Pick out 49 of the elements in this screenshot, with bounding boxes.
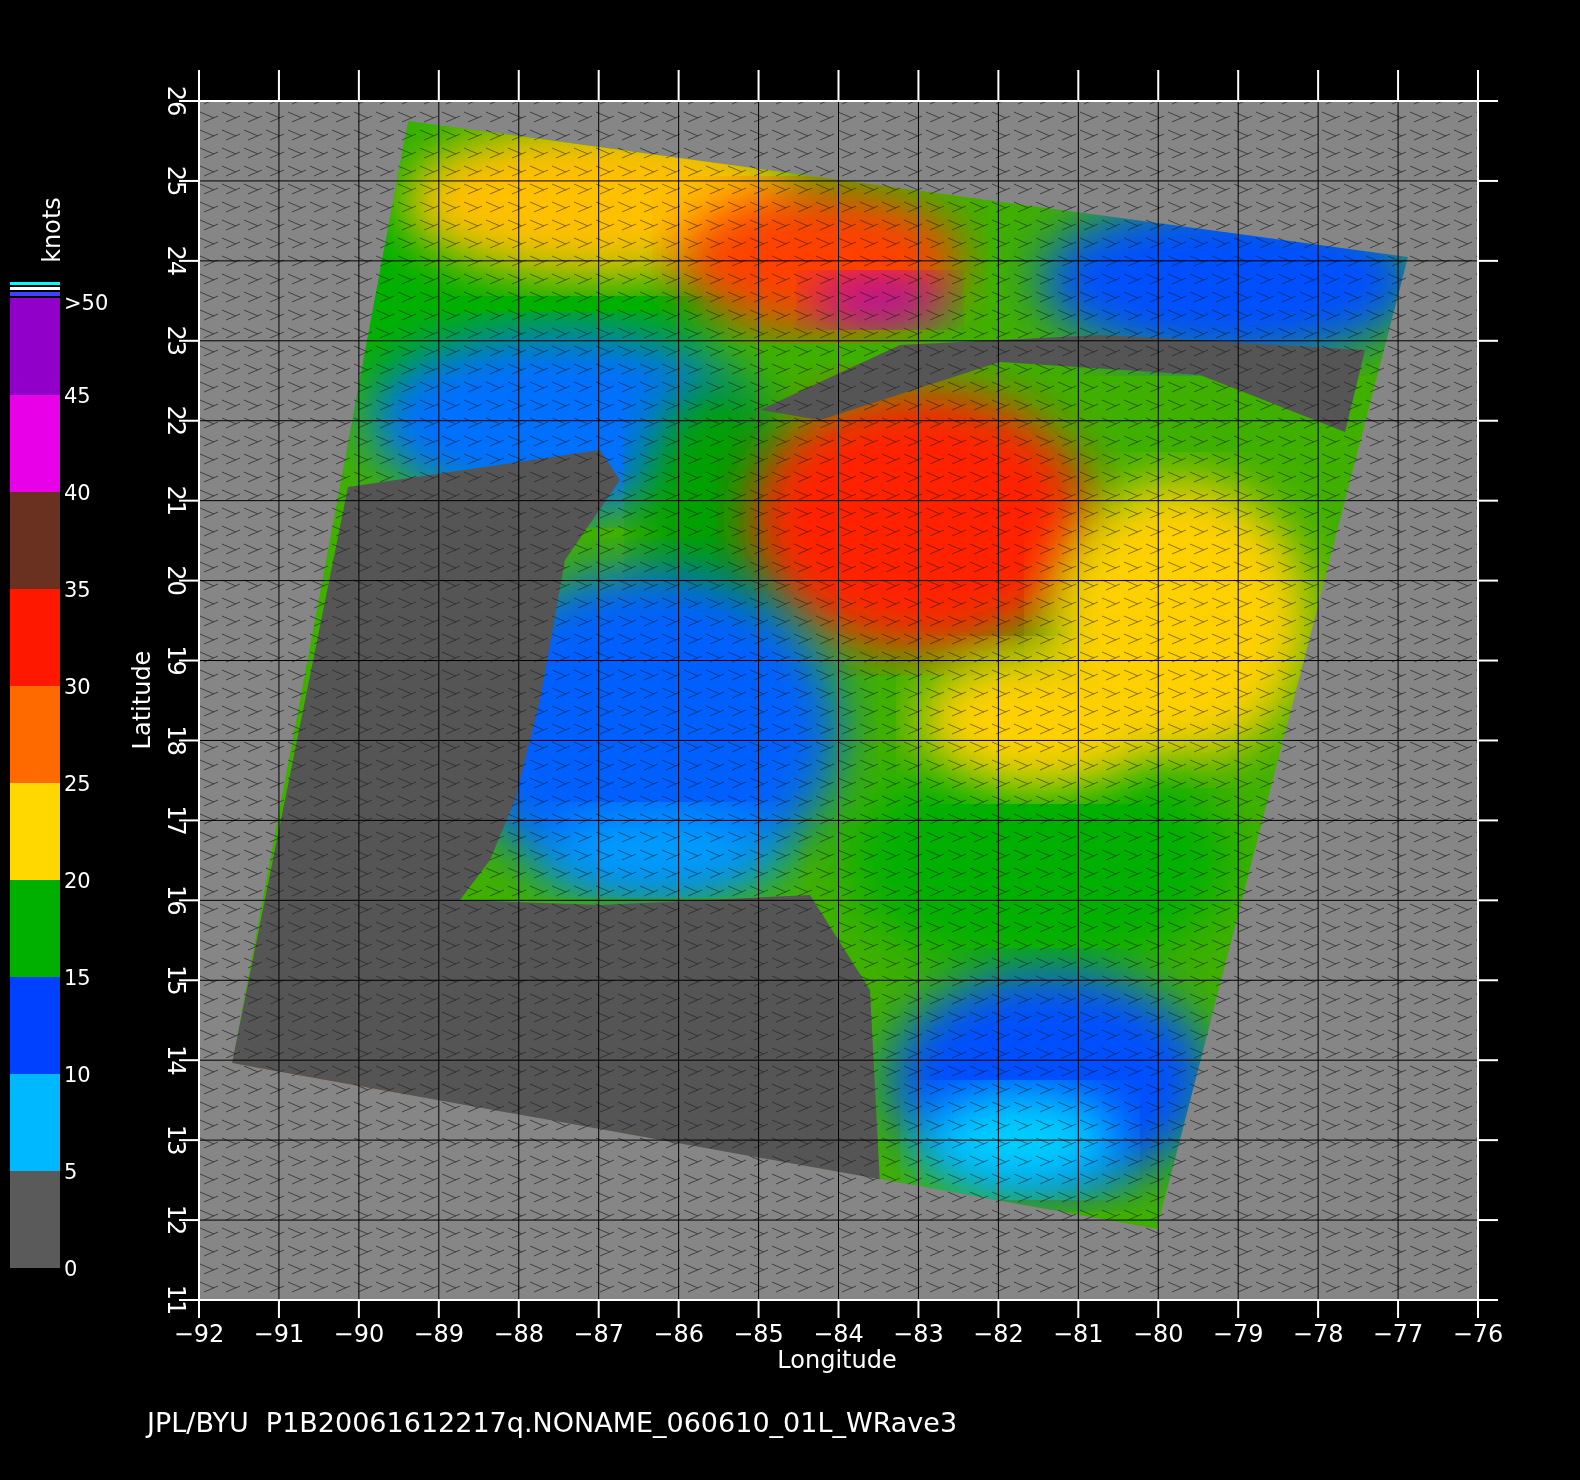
- colorbar-label: 20: [64, 869, 91, 893]
- colorbar-label: 35: [64, 578, 91, 602]
- longitude-tick-label: −76: [1452, 1320, 1504, 1348]
- latitude-tick-label: 23: [162, 325, 190, 357]
- latitude-tick-label: 15: [162, 965, 190, 996]
- longitude-tick-label: −86: [653, 1320, 704, 1348]
- latitude-tick-label: 26: [162, 85, 190, 117]
- colorbar-top-stripes: [10, 282, 60, 296]
- longitude-tick-label: −89: [413, 1320, 465, 1348]
- colorbar-label: 5: [64, 1160, 78, 1184]
- latitude-tick-label: 24: [162, 245, 190, 277]
- colorbar-label: 0: [64, 1257, 78, 1281]
- longitude-tick-label: −81: [1053, 1320, 1104, 1348]
- latitude-tick-label: 25: [162, 165, 190, 197]
- longitude-tick-label: −90: [333, 1320, 385, 1348]
- longitude-tick-label: −85: [733, 1320, 784, 1348]
- latitude-tick-label: 17: [162, 805, 190, 836]
- latitude-tick-label: 19: [162, 645, 190, 676]
- longitude-tick-label: −87: [573, 1320, 624, 1348]
- longitude-tick-label: −78: [1292, 1320, 1344, 1348]
- x-axis-title: Longitude: [777, 1346, 897, 1374]
- latitude-tick-label: 18: [162, 725, 190, 756]
- latitude-tick-label: 14: [162, 1044, 190, 1076]
- colorbar-unit: knots: [38, 197, 66, 263]
- colorbar-label: >50: [64, 291, 109, 315]
- longitude-tick-label: −77: [1372, 1320, 1424, 1348]
- colorbar-label: 25: [64, 772, 91, 796]
- colorbar-label: 10: [64, 1063, 91, 1087]
- longitude-tick-label: −84: [813, 1320, 864, 1348]
- latitude-tick-label: 16: [162, 885, 190, 916]
- latitude-tick-label: 20: [162, 565, 190, 596]
- latitude-tick-label: 22: [162, 405, 190, 436]
- colorbar-label: 15: [64, 966, 91, 990]
- longitude-tick-label: −88: [493, 1320, 545, 1348]
- latitude-tick-label: 13: [162, 1124, 190, 1156]
- longitude-tick-label: −92: [173, 1320, 225, 1348]
- latitude-tick-label: 11: [162, 1284, 190, 1316]
- longitude-tick-label: −80: [1132, 1320, 1184, 1348]
- latitude-tick-label: 21: [162, 485, 190, 516]
- colorbar-label: 45: [64, 384, 91, 408]
- longitude-tick-label: −91: [253, 1320, 305, 1348]
- longitude-tick-label: −82: [973, 1320, 1024, 1348]
- plot-caption: JPL/BYU P1B20061612217q.NONAME_060610_01L_WRave3: [147, 1407, 958, 1438]
- y-axis-title: Latitude: [128, 650, 156, 750]
- colorbar-label: 30: [64, 675, 91, 699]
- longitude-tick-label: −83: [893, 1320, 944, 1348]
- latitude-tick-label: 12: [162, 1204, 190, 1236]
- colorbar-label: 40: [64, 481, 91, 505]
- longitude-tick-label: −79: [1212, 1320, 1264, 1348]
